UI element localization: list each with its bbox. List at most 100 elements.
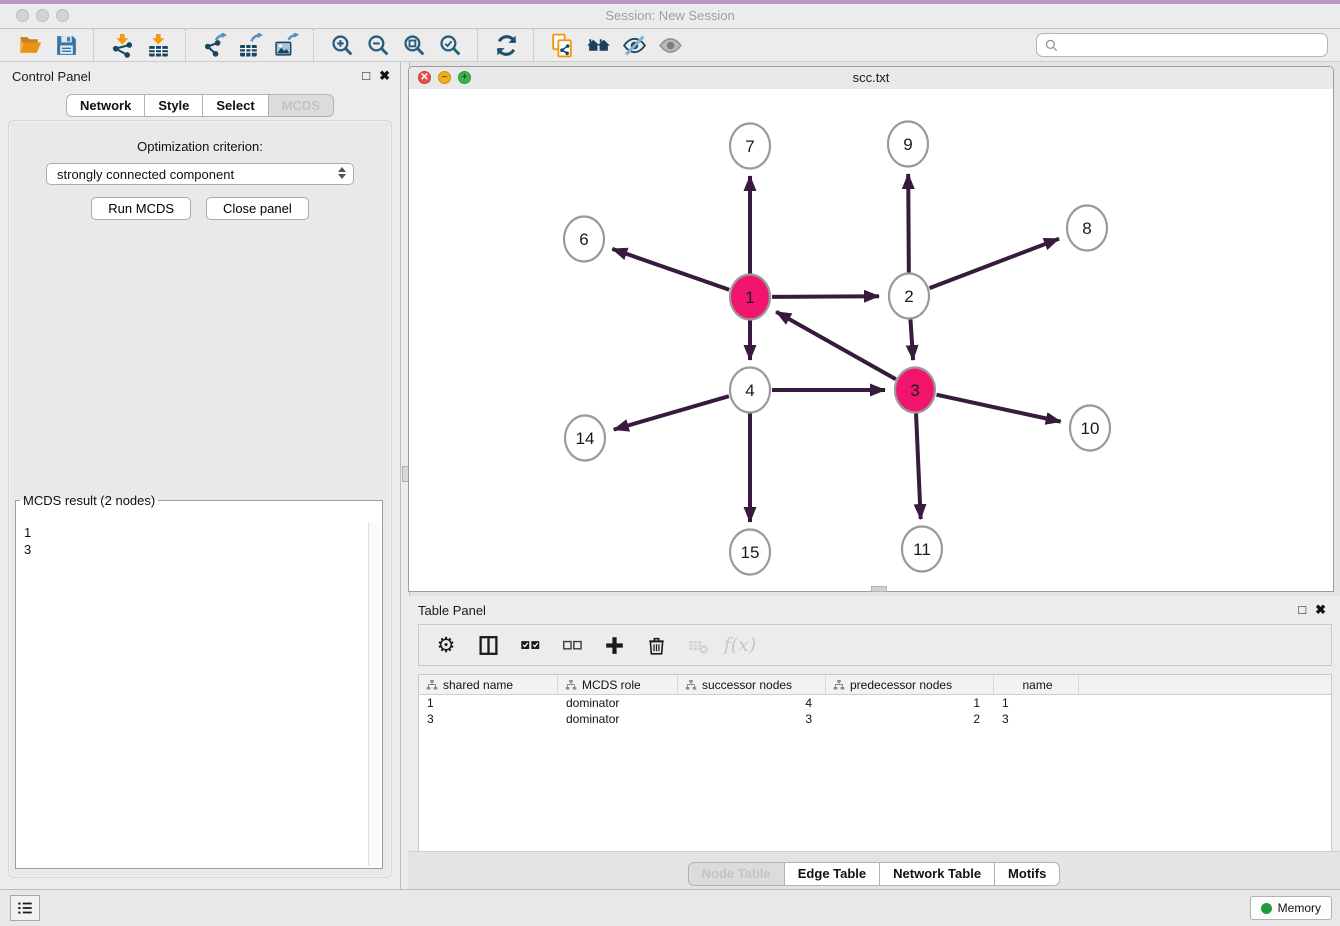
deselect-all-button[interactable] (559, 632, 585, 658)
duplicate-network-button[interactable] (544, 30, 580, 60)
search-input[interactable] (1064, 37, 1320, 54)
column-header-name[interactable]: name (994, 675, 1079, 694)
export-network-button[interactable] (196, 30, 232, 60)
node-table: shared name MCDS role successor nodes prede… (418, 674, 1332, 853)
eye-button[interactable] (652, 30, 688, 60)
tab-select[interactable]: Select (202, 94, 268, 117)
graph-edge-3-1[interactable] (776, 312, 896, 379)
graph-edge-2-9[interactable] (908, 174, 909, 274)
graph-node-6[interactable]: 6 (564, 217, 604, 262)
zoom-fit-button[interactable] (396, 30, 432, 60)
graph-edge-4-14[interactable] (614, 396, 729, 429)
tab-node-table[interactable]: Node Table (688, 862, 785, 886)
mcds-result-list[interactable]: 13 (18, 522, 368, 866)
toolbar-separator (185, 29, 187, 61)
tab-motifs[interactable]: Motifs (994, 862, 1060, 886)
node-table-header[interactable]: shared name MCDS role successor nodes prede… (419, 675, 1331, 695)
column-header-MCDS-role[interactable]: MCDS role (558, 675, 678, 694)
column-header-predecessor-nodes[interactable]: predecessor nodes (826, 675, 994, 694)
tab-network-table[interactable]: Network Table (879, 862, 995, 886)
graph-node-11[interactable]: 11 (902, 527, 942, 572)
graph-node-7[interactable]: 7 (730, 124, 770, 169)
toolbar-separator (93, 29, 95, 61)
network-window-titlebar[interactable]: ✕ − + scc.txt (409, 67, 1333, 90)
float-table-panel-icon[interactable]: □ (1298, 602, 1306, 618)
graph-node-2[interactable]: 2 (889, 274, 929, 319)
save-session-button[interactable] (48, 30, 84, 60)
close-panel-button[interactable]: Close panel (206, 197, 309, 220)
network-canvas[interactable]: 7 9 6 8 1 2 4 3 14 10 15 11 (409, 89, 1333, 591)
eye-icon (658, 33, 683, 58)
cell-MCDS-role[interactable]: dominator (558, 696, 678, 710)
import-table-icon (146, 33, 171, 58)
table-row[interactable]: 3dominator323 (419, 711, 1331, 727)
tab-edge-table[interactable]: Edge Table (784, 862, 880, 886)
table-row[interactable]: 1dominator411 (419, 695, 1331, 711)
zoom-selected-button[interactable] (432, 30, 468, 60)
home-button[interactable] (580, 30, 616, 60)
cell-successor-nodes[interactable]: 4 (678, 696, 826, 710)
criterion-dropdown[interactable]: strongly connected component (46, 163, 354, 185)
graph-node-3[interactable]: 3 (895, 368, 935, 413)
zoom-out-button[interactable] (360, 30, 396, 60)
cell-shared-name[interactable]: 3 (419, 712, 558, 726)
graph-node-14[interactable]: 14 (565, 416, 605, 461)
export-table-button[interactable] (232, 30, 268, 60)
column-header-successor-nodes[interactable]: successor nodes (678, 675, 826, 694)
control-panel-tabs: NetworkStyleSelectMCDS (0, 94, 400, 117)
toggle-panel-button[interactable] (475, 632, 501, 658)
cell-successor-nodes[interactable]: 3 (678, 712, 826, 726)
export-image-button[interactable] (268, 30, 304, 60)
select-all-button[interactable] (517, 632, 543, 658)
graph-node-4[interactable]: 4 (730, 368, 770, 413)
run-mcds-button[interactable]: Run MCDS (91, 197, 191, 220)
result-scrollbar[interactable] (368, 522, 380, 866)
tab-mcds[interactable]: MCDS (268, 94, 334, 117)
tab-network[interactable]: Network (66, 94, 145, 117)
network-resize-grip[interactable] (871, 586, 887, 592)
column-header-shared-name[interactable]: shared name (419, 675, 558, 694)
tab-style[interactable]: Style (144, 94, 203, 117)
graph-edge-3-11[interactable] (916, 412, 921, 519)
zoom-in-button[interactable] (324, 30, 360, 60)
graph-node-9[interactable]: 9 (888, 122, 928, 167)
graph-edge-2-8[interactable] (930, 239, 1059, 288)
refresh-button[interactable] (488, 30, 524, 60)
graph-node-1[interactable]: 1 (730, 275, 770, 320)
float-panel-icon[interactable]: □ (362, 68, 370, 84)
graph-edge-1-6[interactable] (612, 249, 729, 290)
graph-node-8[interactable]: 8 (1067, 206, 1107, 251)
eye-slash-button[interactable] (616, 30, 652, 60)
cell-name[interactable]: 1 (994, 696, 1079, 710)
function-builder-button: f(x) (727, 632, 753, 658)
cell-MCDS-role[interactable]: dominator (558, 712, 678, 726)
column-label: successor nodes (702, 678, 792, 692)
app-titlebar: Session: New Session (0, 4, 1340, 29)
graph-edge-2-3[interactable] (910, 318, 913, 360)
cell-name[interactable]: 3 (994, 712, 1079, 726)
delete-column-button[interactable] (643, 632, 669, 658)
memory-button[interactable]: Memory (1250, 896, 1332, 920)
close-panel-icon[interactable]: ✖ (379, 68, 390, 84)
search-box[interactable] (1036, 33, 1328, 57)
column-label: MCDS role (582, 678, 641, 692)
dropdown-arrows-icon (338, 167, 346, 179)
svg-text:10: 10 (1081, 419, 1100, 438)
close-table-panel-icon[interactable]: ✖ (1315, 602, 1326, 618)
tree-icon (833, 679, 845, 691)
open-file-icon (18, 33, 43, 58)
graph-edge-1-2[interactable] (772, 296, 879, 297)
graph-node-10[interactable]: 10 (1070, 406, 1110, 451)
cell-predecessor-nodes[interactable]: 2 (826, 712, 994, 726)
graph-node-15[interactable]: 15 (730, 530, 770, 575)
add-column-button[interactable] (601, 632, 627, 658)
graph-edge-3-10[interactable] (936, 395, 1060, 422)
settings-gear-button[interactable]: ⚙ (433, 632, 459, 658)
network-graph: 7 9 6 8 1 2 4 3 14 10 15 11 (409, 89, 1333, 591)
task-history-button[interactable] (10, 895, 40, 921)
import-network-button[interactable] (104, 30, 140, 60)
open-file-button[interactable] (12, 30, 48, 60)
cell-predecessor-nodes[interactable]: 1 (826, 696, 994, 710)
cell-shared-name[interactable]: 1 (419, 696, 558, 710)
import-table-button[interactable] (140, 30, 176, 60)
